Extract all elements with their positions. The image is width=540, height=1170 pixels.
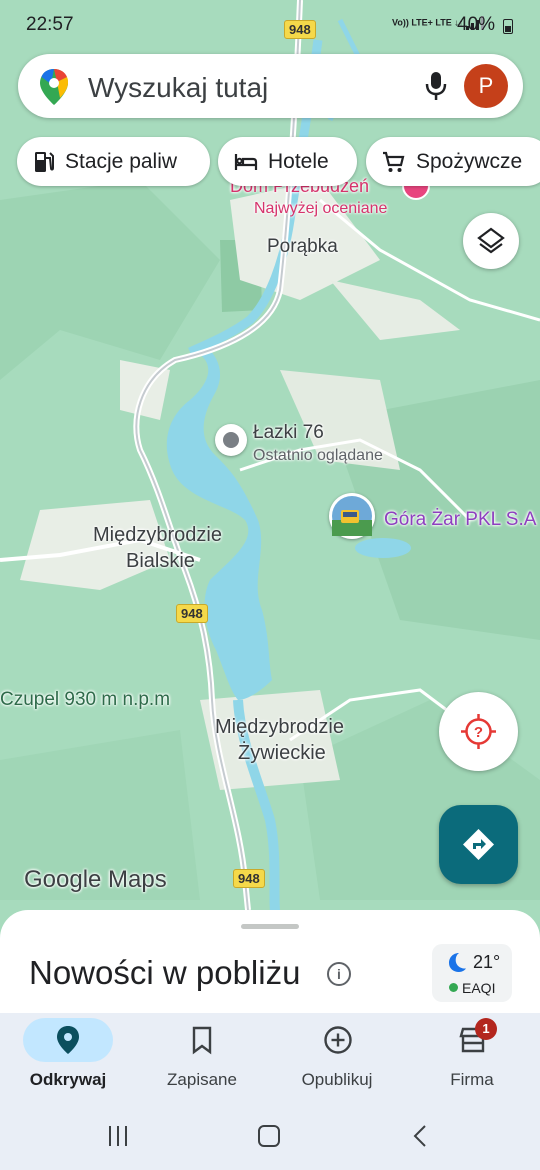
status-bar: 22:57 Vo)) LTE+ LTE ↓↑ 40%	[0, 0, 540, 50]
gora-zar-photo-marker[interactable]	[329, 493, 375, 539]
poi-dom-przebudzen-sub: Najwyżej oceniane	[254, 200, 388, 217]
bed-icon	[234, 153, 258, 170]
nav-contribute-label: Opublikuj	[301, 1070, 373, 1089]
status-time: 22:57	[26, 14, 74, 35]
sheet-title: Nowości w pobliżu	[29, 954, 301, 991]
weather-widget[interactable]: 21° EAQI	[432, 944, 512, 1002]
nav-business[interactable]: 1 Firma	[412, 1013, 532, 1098]
place-porabka: Porąbka	[267, 236, 338, 257]
chip-hotels[interactable]: Hotele	[218, 137, 357, 186]
battery-icon	[503, 19, 513, 34]
place-lazki[interactable]: Łazki 76	[253, 422, 324, 444]
moon-icon	[449, 953, 466, 972]
home-icon[interactable]	[257, 1124, 281, 1148]
directions-button[interactable]	[439, 805, 518, 884]
air-quality-label: EAQI	[462, 980, 496, 996]
bottom-navigation: Odkrywaj Zapisane Opublikuj 1 Firma	[0, 1013, 540, 1098]
search-input[interactable]: Wyszukaj tutaj	[88, 72, 268, 104]
back-icon[interactable]	[409, 1124, 433, 1148]
nav-saved-label: Zapisane	[167, 1070, 237, 1089]
road-948-shield: 948	[176, 604, 208, 623]
chip-groceries-label: Spożywcze	[416, 149, 523, 173]
sheet-drag-handle[interactable]	[241, 924, 299, 929]
place-miedzybrodzie-zywieckie-line2: Żywieckie	[238, 742, 326, 764]
mic-icon[interactable]	[422, 70, 450, 102]
chip-gas-stations-label: Stacje paliw	[65, 149, 178, 173]
directions-icon	[463, 829, 494, 860]
cart-icon	[383, 151, 405, 172]
google-maps-pin-icon	[40, 69, 68, 105]
place-miedzybrodzie-zywieckie-line1: Międzybrodzie	[215, 716, 344, 738]
system-navigation-bar	[0, 1098, 540, 1170]
my-location-button[interactable]: ?	[439, 692, 518, 771]
explore-pin-icon	[57, 1026, 79, 1054]
search-bar[interactable]: Wyszukaj tutaj P	[18, 54, 523, 118]
business-notification-badge: 1	[475, 1018, 497, 1040]
nav-explore-label: Odkrywaj	[29, 1070, 107, 1089]
signal-text: Vo)) LTE+ LTE ↓↑	[392, 17, 464, 28]
place-lazki-sub: Ostatnio oglądane	[253, 447, 383, 464]
chip-hotels-label: Hotele	[268, 149, 329, 173]
poi-gora-zar[interactable]: Góra Żar PKL S.A	[384, 509, 536, 531]
chip-groceries[interactable]: Spożywcze	[366, 137, 540, 186]
nav-business-label: Firma	[450, 1070, 494, 1089]
nav-saved[interactable]: Zapisane	[142, 1013, 262, 1098]
chip-gas-stations[interactable]: Stacje paliw	[17, 137, 210, 186]
account-avatar[interactable]: P	[464, 64, 508, 108]
weather-temperature: 21°	[473, 952, 501, 972]
location-unknown-icon: ?	[461, 714, 496, 749]
nav-explore[interactable]: Odkrywaj	[8, 1013, 128, 1098]
layers-icon	[477, 227, 505, 254]
recent-place-marker-icon[interactable]	[215, 424, 247, 456]
bottom-sheet[interactable]: Nowości w pobliżu i 21° EAQI	[0, 910, 540, 1015]
svg-text:?: ?	[474, 724, 483, 741]
google-maps-logo: Google Maps	[24, 866, 167, 893]
add-circle-icon	[324, 1026, 352, 1054]
bookmark-icon	[192, 1026, 212, 1055]
recent-apps-icon[interactable]	[106, 1124, 130, 1148]
battery-percent: 40%	[457, 14, 496, 35]
road-948-shield-bottom: 948	[233, 869, 265, 888]
map-layers-button[interactable]	[463, 213, 519, 269]
place-miedzybrodzie-bialskie-line1: Międzybrodzie	[93, 524, 222, 546]
nav-contribute[interactable]: Opublikuj	[277, 1013, 397, 1098]
gas-station-icon	[35, 151, 54, 172]
place-miedzybrodzie-bialskie-line2: Bialskie	[126, 550, 195, 572]
air-quality-dot-icon	[449, 983, 458, 992]
info-icon[interactable]: i	[327, 962, 351, 986]
place-czupel: Czupel 930 m n.p.m	[0, 689, 171, 710]
